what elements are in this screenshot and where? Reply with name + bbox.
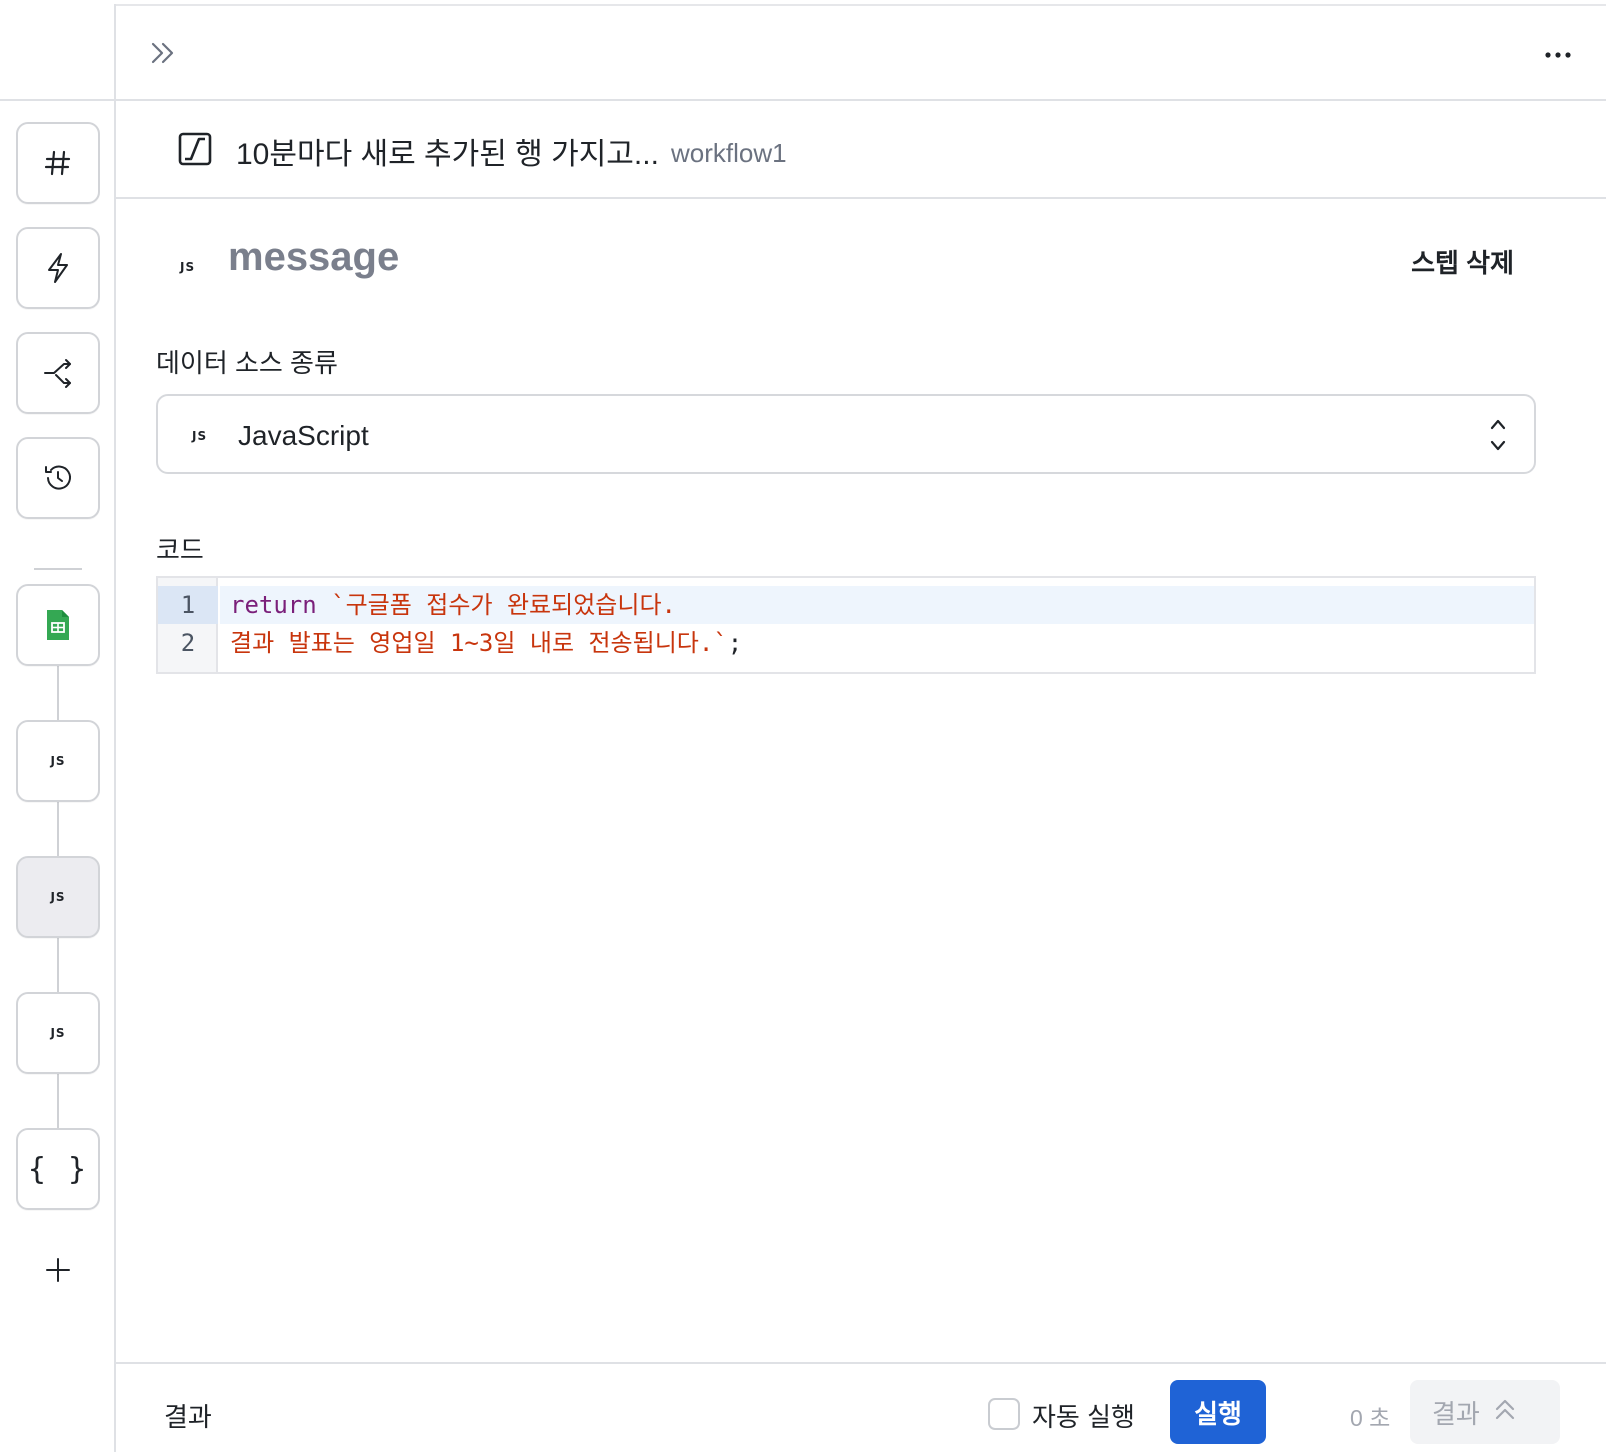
workflow-title[interactable]: 10분마다 새로 추가된 행 가지고... <box>236 129 659 173</box>
auto-run-checkbox[interactable] <box>988 1398 1020 1430</box>
line-number: 2 <box>180 629 196 657</box>
data-source-label: 데이터 소스 종류 <box>156 348 338 378</box>
rail-step-js-selected[interactable]: JS <box>16 856 100 938</box>
step-connector <box>57 666 59 722</box>
more-horizontal-icon <box>1544 46 1572 64</box>
code-label: 코드 <box>156 535 204 565</box>
toggle-results-button[interactable]: 결과 <box>1410 1380 1560 1444</box>
results-footer: 결과 자동 실행 실행 0 초 결과 <box>116 1362 1606 1452</box>
rail-hash-button[interactable] <box>16 122 100 204</box>
step-connector <box>57 1074 59 1130</box>
rail-divider <box>34 568 82 570</box>
braces-icon: { } <box>27 1151 89 1187</box>
workflow-name: workflow1 <box>671 138 787 168</box>
results-label: 결과 <box>164 1402 212 1432</box>
more-options-button[interactable] <box>1540 40 1576 70</box>
step-header: JS message 스텝 삭제 <box>116 199 1606 319</box>
js-icon: JS <box>192 429 208 443</box>
js-icon: JS <box>50 754 66 768</box>
rail-header <box>0 4 114 101</box>
code-line[interactable]: return `구글폼 접수가 완료되었습니다. <box>220 586 1534 624</box>
code-line[interactable]: 결과 발표는 영업일 1~3일 내로 전송됩니다.`; <box>220 624 1534 662</box>
line-number: 1 <box>158 586 218 624</box>
data-source-select[interactable]: JS JavaScript <box>156 394 1536 474</box>
js-icon: JS <box>50 1026 66 1040</box>
main-panel: 10분마다 새로 추가된 행 가지고... workflow1 JS messa… <box>116 4 1606 1452</box>
rail-history-button[interactable] <box>16 437 100 519</box>
rail-step-js[interactable]: JS <box>16 720 100 802</box>
rail-branch-button[interactable] <box>16 332 100 414</box>
js-icon: JS <box>50 890 66 904</box>
rail-step-js[interactable]: JS <box>16 992 100 1074</box>
result-button-label: 결과 <box>1432 1398 1480 1429</box>
delete-step-button[interactable]: 스텝 삭제 <box>1411 243 1514 280</box>
code-keyword: return <box>230 591 317 619</box>
step-connector <box>57 938 59 994</box>
top-bar <box>116 4 1606 101</box>
workflow-icon <box>178 132 212 166</box>
rail-step-google-sheets[interactable] <box>16 584 100 666</box>
elapsed-time: 0 초 <box>1350 1405 1391 1431</box>
history-icon <box>42 462 74 494</box>
data-source-value: JavaScript <box>238 420 369 451</box>
code-editor[interactable]: 1 2 return `구글폼 접수가 완료되었습니다. 결과 발표는 영업일 … <box>156 576 1536 674</box>
code-punctuation: ; <box>727 629 743 657</box>
rail-step-braces[interactable]: { } <box>16 1128 100 1210</box>
expand-panel-button[interactable] <box>146 38 180 72</box>
double-chevron-right-icon <box>149 41 177 70</box>
line-number-gutter: 1 2 <box>158 578 218 672</box>
add-step-button[interactable] <box>42 1256 74 1288</box>
google-sheets-icon <box>45 608 71 642</box>
step-name[interactable]: message <box>228 235 399 280</box>
code-string: `구글폼 접수가 완료되었습니다. <box>316 591 676 619</box>
run-button[interactable]: 실행 <box>1170 1380 1266 1444</box>
step-connector <box>57 802 59 858</box>
lightning-icon <box>43 252 73 284</box>
hash-icon <box>43 148 73 178</box>
plus-icon <box>45 1257 71 1288</box>
chevron-double-up-icon <box>1494 1397 1516 1428</box>
left-rail: JS JS JS { } <box>0 4 116 1452</box>
branch-arrow-icon <box>42 358 74 388</box>
code-string: 결과 발표는 영업일 1~3일 내로 전송됩니다.` <box>230 629 728 657</box>
auto-run-label[interactable]: 자동 실행 <box>1032 1397 1135 1434</box>
js-icon: JS <box>180 260 196 274</box>
workflow-title-bar: 10분마다 새로 추가된 행 가지고... workflow1 <box>116 101 1606 199</box>
rail-trigger-button[interactable] <box>16 227 100 309</box>
chevron-up-down-icon <box>1488 416 1508 454</box>
